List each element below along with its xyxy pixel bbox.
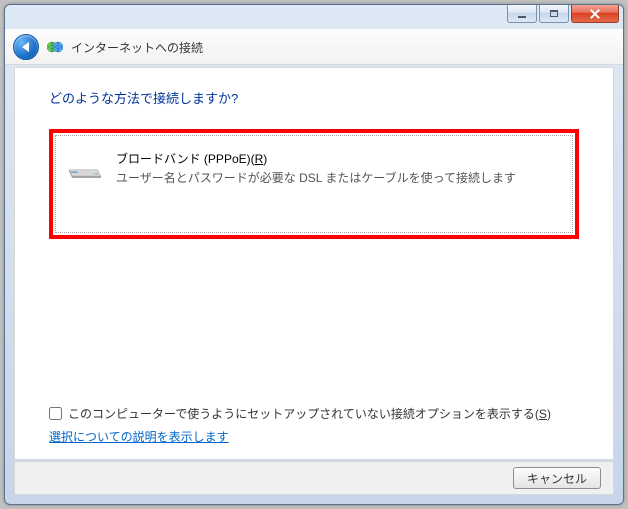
back-button[interactable] (13, 34, 39, 60)
header-title: インターネットへの接続 (71, 39, 203, 56)
show-unconfigured-accelerator: S (539, 407, 547, 421)
option-title-prefix: ブロードバンド (PPPoE)( (116, 152, 255, 166)
show-unconfigured-label: このコンピューターで使うようにセットアップされていない接続オプションを表示する(… (68, 405, 551, 422)
content-area: どのような方法で接続しますか? ブロードバンド (PPPoE)(R) (14, 67, 614, 460)
option-text: ブロードバンド (PPPoE)(R) ユーザー名とパスワードが必要な DSL ま… (116, 150, 516, 186)
cancel-button[interactable]: キャンセル (513, 467, 601, 489)
footer-bar: キャンセル (14, 461, 614, 495)
close-button[interactable] (571, 5, 619, 23)
minimize-button[interactable] (507, 5, 537, 23)
option-title: ブロードバンド (PPPoE)(R) (116, 150, 516, 167)
back-arrow-icon (22, 42, 29, 52)
maximize-icon (550, 10, 558, 17)
option-title-suffix: ) (263, 152, 267, 166)
network-globe-icon (47, 39, 63, 55)
show-unconfigured-prefix: このコンピューターで使うようにセットアップされていない接続オプションを表示する( (68, 407, 539, 421)
minimize-icon (518, 16, 526, 18)
bottom-controls: このコンピューターで使うようにセットアップされていない接続オプションを表示する(… (49, 405, 579, 445)
help-link[interactable]: 選択についての説明を表示します (49, 428, 229, 445)
titlebar (5, 5, 623, 29)
question-text: どのような方法で接続しますか? (49, 88, 579, 107)
modem-icon (66, 154, 104, 179)
broadband-pppoe-option[interactable]: ブロードバンド (PPPoE)(R) ユーザー名とパスワードが必要な DSL ま… (55, 135, 573, 233)
header-bar: インターネットへの接続 (5, 29, 623, 65)
window-controls (507, 5, 619, 23)
close-icon (590, 9, 600, 19)
wizard-window: インターネットへの接続 どのような方法で接続しますか? (4, 4, 624, 505)
option-description: ユーザー名とパスワードが必要な DSL またはケーブルを使って接続します (116, 169, 516, 186)
option-title-accelerator: R (255, 152, 264, 166)
highlight-box: ブロードバンド (PPPoE)(R) ユーザー名とパスワードが必要な DSL ま… (49, 129, 579, 239)
show-unconfigured-checkbox[interactable] (49, 407, 62, 420)
show-unconfigured-row[interactable]: このコンピューターで使うようにセットアップされていない接続オプションを表示する(… (49, 405, 579, 422)
maximize-button[interactable] (539, 5, 569, 23)
show-unconfigured-suffix: ) (547, 407, 551, 421)
